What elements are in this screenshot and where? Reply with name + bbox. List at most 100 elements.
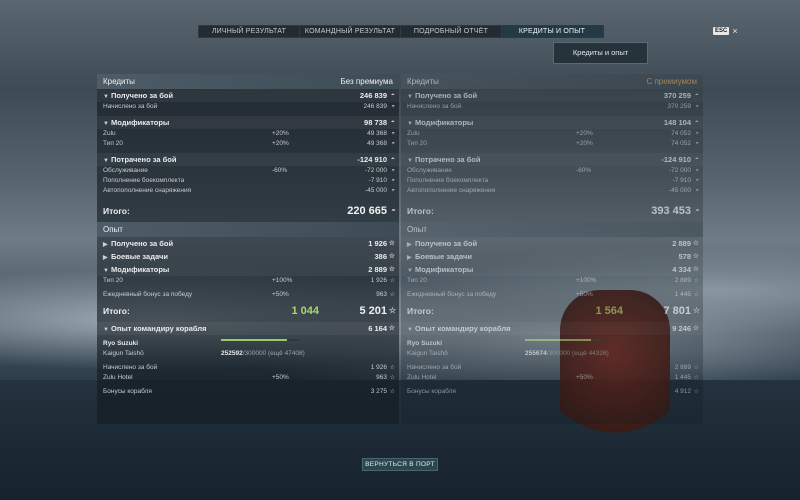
coin-icon: ◓ <box>695 131 699 137</box>
xp-earned-label: Получено за бой <box>415 239 478 248</box>
row-value: -72 000 <box>364 167 387 174</box>
row-label: Тип 20 <box>407 277 427 284</box>
no-premium-label: Без премиума <box>340 77 393 86</box>
xp-title: Опыт <box>103 225 123 234</box>
xp-earned-value: 2 889 <box>672 239 691 248</box>
star-icon: ☆ <box>389 365 395 371</box>
captain-rank-row: Kaigun Taishō 255674/300000 (ещё 44326) <box>401 349 703 359</box>
row-value: 2 889 <box>674 277 691 284</box>
modifiers-label: Модификаторы <box>111 118 170 127</box>
row-value: -45 000 <box>668 187 691 194</box>
modifiers-value: 98 738 <box>364 118 387 127</box>
row-label: Тип 20 <box>103 140 123 147</box>
captain-xp-row: Zulu Hotel +50% 1 445 ☆ <box>401 373 703 383</box>
star-icon: ☆ <box>389 375 395 381</box>
captain-xp-max: /300000 <box>242 350 267 357</box>
coin-icon: ◓ <box>391 104 395 110</box>
captain-xp-left: (ещё 44326) <box>572 350 609 357</box>
credits-header: Кредиты Без премиума <box>97 74 399 89</box>
xp-tasks-value: 386 <box>374 252 387 261</box>
row-percent: -60% <box>272 167 288 174</box>
row-value: 1 926 <box>370 277 387 284</box>
spent-row: Обслуживание -60% -72 000 ◓ <box>401 166 703 176</box>
xp-total-value: 7 801 <box>663 305 691 317</box>
esc-key-icon[interactable]: ESC <box>713 27 730 35</box>
credits-total: Итого: 393 453 ◓ <box>401 200 703 222</box>
xp-tasks-group[interactable]: ▶ Боевые задачи 578 ☆ <box>401 250 703 263</box>
premium-column: Кредиты С премиумом ▼ Получено за бой 370 … <box>401 74 703 424</box>
close-icon[interactable]: × <box>732 27 737 36</box>
xp-modifiers-group[interactable]: ▼ Модификаторы 2 889 ☆ <box>97 263 399 276</box>
row-value: 2 889 <box>674 364 691 371</box>
row-percent: -60% <box>576 167 592 174</box>
spent-row: Автопополнение снаряжения -45 000 ◓ <box>97 186 399 196</box>
return-to-port-button[interactable]: ВЕРНУТЬСЯ В ПОРТ <box>362 458 438 471</box>
row-label: Автопополнение снаряжения <box>407 187 496 194</box>
row-value: 246 839 <box>363 103 388 110</box>
xp-modifier-row: Тип 20 +100% 2 889 ☆ <box>401 276 703 286</box>
tab-credits-xp[interactable]: КРЕДИТЫ И ОПЫТ <box>502 26 603 37</box>
commander-xp-group[interactable]: ▼ Опыт командиру корабля 9 246 ☆ <box>401 322 703 335</box>
row-percent: +50% <box>576 374 593 381</box>
star-icon: ☆ <box>388 266 395 273</box>
no-premium-column: Кредиты Без премиума ▼ Получено за бой 246… <box>97 74 399 424</box>
xp-earned-group[interactable]: ▶ Получено за бой 2 889 ☆ <box>401 237 703 250</box>
earned-group[interactable]: ▼ Получено за бой 246 839 ◓ <box>97 89 399 102</box>
modifier-row: Zulu +20% 74 052 ◓ <box>401 129 703 139</box>
star-icon: ☆ <box>692 325 699 332</box>
earned-group[interactable]: ▼ Получено за бой 370 259 ◓ <box>401 89 703 102</box>
row-percent: +20% <box>272 130 289 137</box>
row-value: 74 052 <box>671 130 691 137</box>
star-icon: ☆ <box>389 278 395 284</box>
row-value: -7 910 <box>368 177 387 184</box>
captain-xp: 252592/300000 (ещё 47408) <box>221 349 305 359</box>
row-percent: +100% <box>576 277 597 284</box>
credits-title: Кредиты <box>103 77 135 86</box>
row-value: 1 926 <box>370 364 387 371</box>
modifiers-group[interactable]: ▼ Модификаторы 148 104 ◓ <box>401 116 703 129</box>
ship-bonus-row: Бонусы корабля 4 912 ☆ <box>401 387 703 397</box>
row-value: 3 275 <box>370 388 387 395</box>
star-icon: ☆ <box>388 306 396 315</box>
xp-tasks-group[interactable]: ▶ Боевые задачи 386 ☆ <box>97 250 399 263</box>
close-control[interactable]: ESC × <box>713 27 738 36</box>
total-label: Итого: <box>407 206 434 216</box>
total-value: 220 665 <box>347 205 387 217</box>
commander-xp-group[interactable]: ▼ Опыт командиру корабля 6 164 ☆ <box>97 322 399 335</box>
xp-modifiers-group[interactable]: ▼ Модификаторы 4 334 ☆ <box>401 263 703 276</box>
premium-label: С премиумом <box>646 77 697 86</box>
coin-icon: ◓ <box>390 119 395 126</box>
row-label: Начислено за бой <box>407 103 462 110</box>
captain-xp-left: (ещё 47408) <box>268 350 305 357</box>
tab-detailed-report[interactable]: ПОДРОБНЫЙ ОТЧЁТ <box>401 26 502 37</box>
captain-xp-row: Начислено за бой 2 889 ☆ <box>401 363 703 373</box>
spent-value: -124 910 <box>357 155 387 164</box>
tab-team-result[interactable]: КОМАНДНЫЙ РЕЗУЛЬТАТ <box>300 26 401 37</box>
row-label: Zulu <box>407 130 420 137</box>
row-percent: +50% <box>272 374 289 381</box>
coin-icon: ◓ <box>391 131 395 137</box>
captain-xp-current: 255674 <box>525 350 547 357</box>
captain-xp-row: Zulu Hotel +50% 963 ☆ <box>97 373 399 383</box>
spent-group[interactable]: ▼ Потрачено за бой -124 910 ◓ <box>97 153 399 166</box>
row-label: Ежедневный бонус за победу <box>407 291 497 298</box>
xp-modifiers-value: 2 889 <box>368 265 387 274</box>
captain-xp-max: /300000 <box>546 350 571 357</box>
star-icon: ☆ <box>692 240 699 247</box>
row-label: Начислено за бой <box>407 364 462 371</box>
coin-icon: ◓ <box>694 92 699 99</box>
captain-xp-bar <box>221 339 299 341</box>
row-label: Бонусы корабля <box>407 388 456 395</box>
xp-modifiers-label: Модификаторы <box>111 265 170 274</box>
row-value: 49 368 <box>367 130 387 137</box>
xp-earned-value: 1 926 <box>368 239 387 248</box>
credits-xp-view-button[interactable]: Кредиты и опыт <box>553 42 648 64</box>
row-label: Пополнение боекомплекта <box>103 177 185 184</box>
tab-personal-result[interactable]: ЛИЧНЫЙ РЕЗУЛЬТАТ <box>199 26 300 37</box>
captain-name-row: Ryo Suzuki <box>401 339 703 349</box>
xp-earned-group[interactable]: ▶ Получено за бой 1 926 ☆ <box>97 237 399 250</box>
row-value: 1 445 <box>674 291 691 298</box>
modifiers-group[interactable]: ▼ Модификаторы 98 738 ◓ <box>97 116 399 129</box>
row-label: Бонусы корабля <box>103 388 152 395</box>
spent-group[interactable]: ▼ Потрачено за бой -124 910 ◓ <box>401 153 703 166</box>
